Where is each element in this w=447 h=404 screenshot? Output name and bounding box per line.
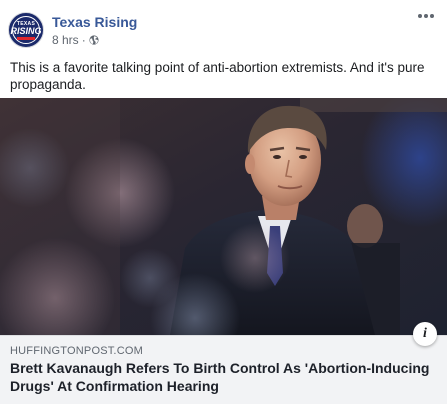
post-meta: 8 hrs · (52, 33, 99, 47)
post-timestamp[interactable]: 8 hrs (52, 33, 79, 47)
page-avatar[interactable]: TEXAS RISING (8, 12, 44, 48)
info-icon-label: i (423, 326, 427, 341)
avatar-logo-main: RISING (10, 26, 42, 36)
link-title[interactable]: Brett Kavanaugh Refers To Birth Control … (10, 359, 440, 395)
post-header: TEXAS RISING Texas Rising 8 hrs · (0, 0, 447, 52)
globe-icon[interactable] (89, 35, 99, 45)
link-preview-image[interactable] (0, 98, 447, 335)
meta-separator: · (81, 33, 86, 47)
page-name-link[interactable]: Texas Rising (52, 14, 137, 30)
ellipsis-icon[interactable] (415, 10, 437, 22)
link-domain: HUFFINGTONPOST.COM (10, 345, 143, 357)
info-icon[interactable]: i (413, 322, 437, 346)
photo-image (0, 98, 447, 335)
post-text: This is a favorite talking point of anti… (10, 60, 425, 92)
avatar-logo-bar (17, 37, 35, 40)
facebook-post: TEXAS RISING Texas Rising 8 hrs · This i… (0, 0, 447, 404)
link-preview-caption[interactable]: HUFFINGTONPOST.COM Brett Kavanaugh Refer… (0, 335, 447, 404)
